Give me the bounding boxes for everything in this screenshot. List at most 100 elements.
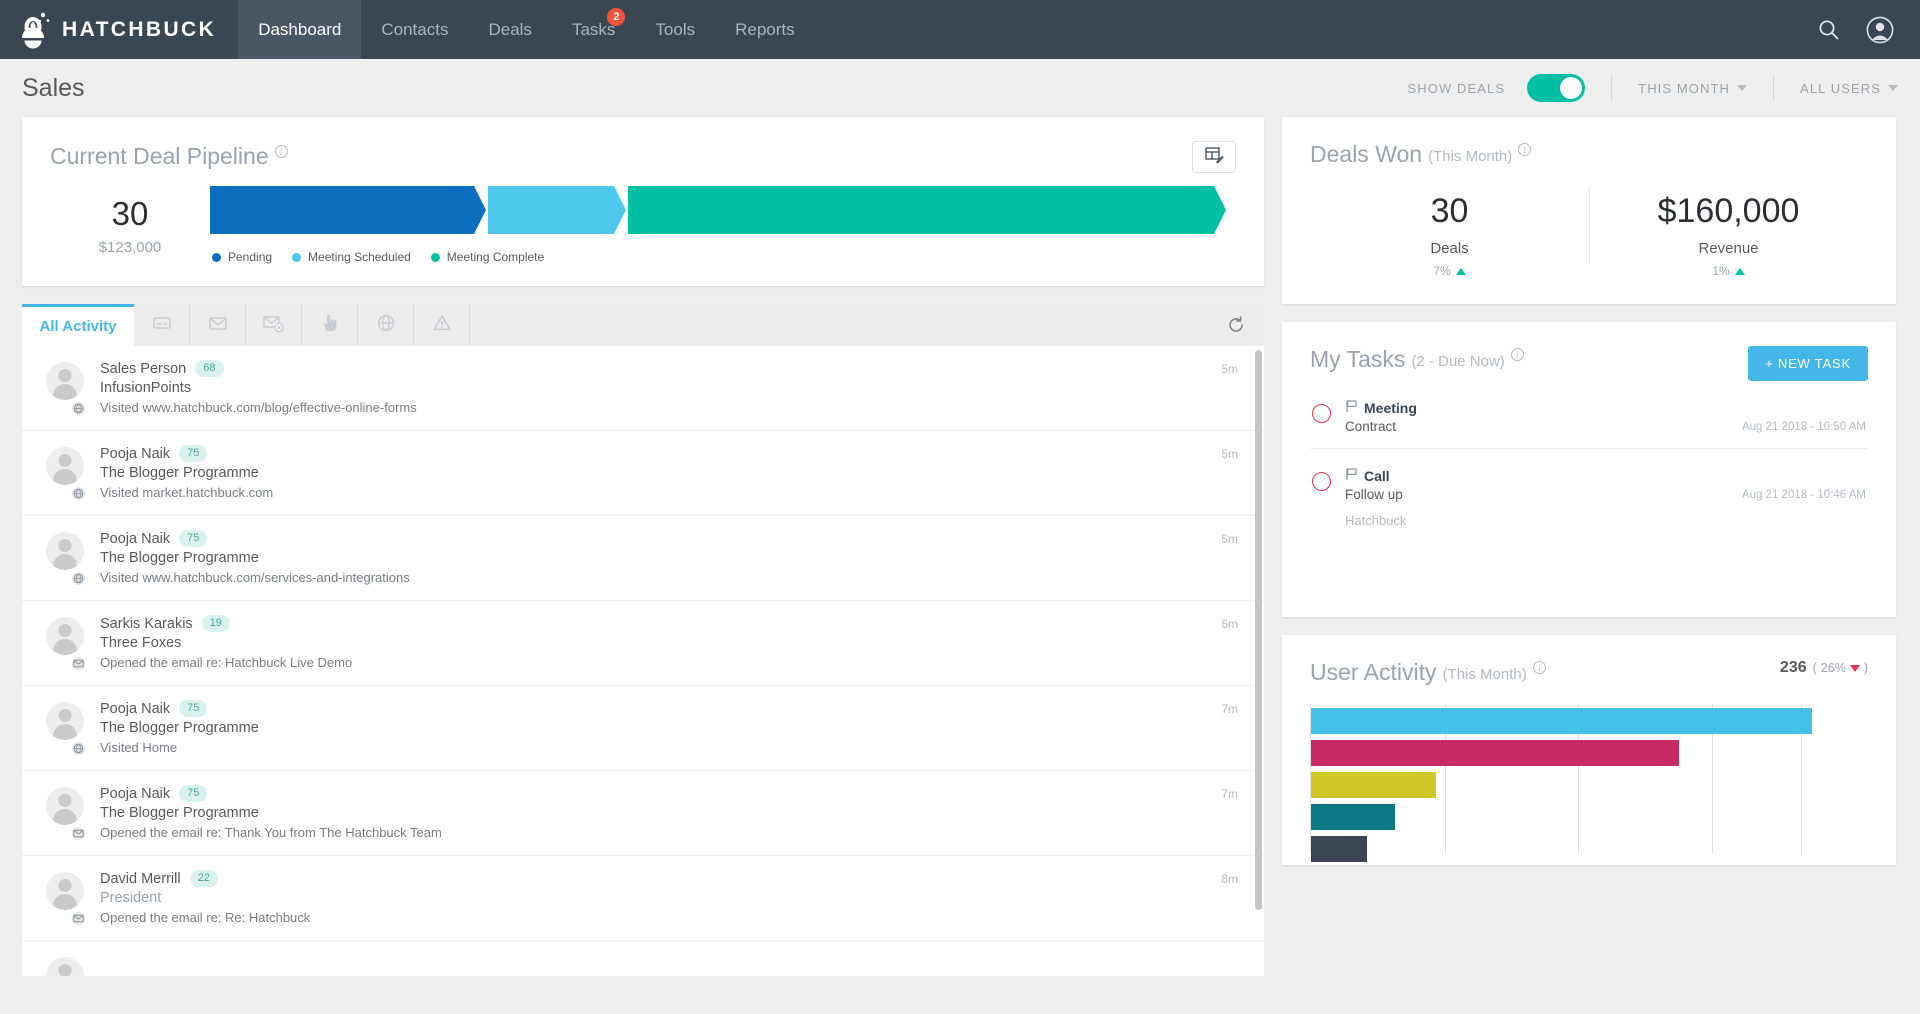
task-row[interactable]: Meeting Contract Aug 21 2018 - 10:50 AM — [1310, 381, 1868, 449]
nav-item-dashboard[interactable]: Dashboard — [238, 0, 361, 59]
user-activity-header: User Activity (This Month) i 236 (26% ) — [1310, 659, 1868, 686]
user-account-icon[interactable] — [1866, 16, 1894, 44]
task-subject: Follow up — [1345, 487, 1406, 502]
toggle-knob — [1560, 77, 1582, 99]
task-contact[interactable]: Hatchbuck — [1345, 513, 1406, 528]
nav-label: Contacts — [381, 20, 448, 40]
nav-links: Dashboard Contacts Deals Tasks 2 Tools R… — [238, 0, 814, 59]
tab-clicks[interactable] — [302, 304, 358, 346]
activity-row[interactable]: Pooja Naik 75 The Blogger Programme Visi… — [22, 686, 1264, 771]
activity-row[interactable]: Sales Person 68 InfusionPoints Visited w… — [22, 346, 1264, 431]
info-icon[interactable]: i — [1533, 661, 1546, 674]
activity-timestamp: 5m — [1221, 362, 1238, 376]
tasks-title: My Tasks — [1310, 346, 1405, 373]
edit-pipeline-button[interactable] — [1192, 141, 1236, 173]
nav-item-deals[interactable]: Deals — [468, 0, 551, 59]
brand-logo-area[interactable]: HATCHBUCK — [0, 0, 238, 59]
funnel-segment-meeting-complete[interactable] — [628, 186, 1214, 234]
tab-forms[interactable] — [134, 304, 190, 346]
search-icon[interactable] — [1818, 19, 1840, 41]
tab-alerts[interactable] — [414, 304, 470, 346]
nav-item-tasks[interactable]: Tasks 2 — [552, 0, 635, 59]
nav-label: Tools — [655, 20, 695, 40]
contact-name-link[interactable]: Pooja Naik — [100, 701, 170, 717]
user-filter-dropdown[interactable]: ALL USERS — [1800, 81, 1898, 96]
nav-label: Deals — [488, 20, 531, 40]
funnel-arrow — [1214, 186, 1226, 234]
nav-item-reports[interactable]: Reports — [715, 0, 815, 59]
activity-row[interactable]: Pooja Naik 75 The Blogger Programme Visi… — [22, 431, 1264, 516]
revenue-value: $160,000 — [1589, 192, 1868, 231]
info-icon[interactable]: i — [1518, 143, 1531, 156]
chart-bar-series-2[interactable] — [1311, 740, 1679, 766]
task-content: Call Follow up Hatchbuck — [1345, 467, 1406, 528]
nav-item-contacts[interactable]: Contacts — [361, 0, 468, 59]
my-tasks-card: My Tasks (2 - Due Now) i + NEW TASK Meet… — [1282, 322, 1896, 617]
contact-score-badge: 68 — [195, 360, 223, 377]
legend-color-dot — [212, 253, 221, 262]
tab-all-activity[interactable]: All Activity — [22, 304, 134, 346]
activity-row[interactable]: Pooja Naik 75 The Blogger Programme Open… — [22, 771, 1264, 856]
funnel-segment-pending[interactable] — [210, 186, 474, 234]
period-filter-dropdown[interactable]: THIS MONTH — [1638, 81, 1747, 96]
nav-right-actions — [1818, 0, 1920, 59]
contact-name-link[interactable]: Pooja Naik — [100, 446, 170, 462]
activity-feed-card: All Activity — [22, 304, 1264, 976]
chart-bar-series-1[interactable] — [1311, 708, 1812, 734]
user-activity-change-value: 26% — [1821, 661, 1846, 675]
activity-row[interactable]: Pooja Naik 75 The Blogger Programme Visi… — [22, 516, 1264, 601]
pipeline-title: Current Deal Pipeline — [50, 143, 269, 170]
envelope-bounced-icon — [263, 313, 285, 338]
chart-bar-series-3[interactable] — [1311, 772, 1436, 798]
edit-table-icon — [1204, 145, 1224, 170]
activity-timestamp: 7m — [1221, 702, 1238, 716]
activity-name-row: Pooja Naik 75 — [100, 445, 1242, 462]
pipeline-legend: Pending Meeting Scheduled Meeting Comple… — [210, 250, 1214, 264]
legend-item-meeting-scheduled: Meeting Scheduled — [292, 250, 411, 264]
activity-content: Sales Person 68 InfusionPoints Visited w… — [100, 360, 1242, 416]
chart-bar-series-4[interactable] — [1311, 804, 1395, 830]
legend-color-dot — [431, 253, 440, 262]
activity-description: Opened the email re: Thank You from The … — [100, 825, 1242, 840]
activity-list[interactable]: Sales Person 68 InfusionPoints Visited w… — [22, 346, 1264, 976]
contact-name-link[interactable]: Sales Person — [100, 361, 186, 377]
activity-row[interactable]: Sarkis Karakis 19 Three Foxes Opened the… — [22, 601, 1264, 686]
user-activity-bar-chart — [1310, 704, 1868, 854]
task-complete-checkbox[interactable] — [1312, 404, 1331, 423]
divider — [1611, 75, 1612, 101]
refresh-icon[interactable] — [1226, 315, 1246, 335]
contact-company: The Blogger Programme — [100, 550, 1242, 566]
tab-emails[interactable] — [190, 304, 246, 346]
info-icon[interactable]: i — [275, 145, 288, 158]
contact-name-link[interactable]: Pooja Naik — [100, 531, 170, 547]
avatar-placeholder-icon — [46, 787, 84, 825]
contact-name-link[interactable]: Pooja Naik — [100, 786, 170, 802]
info-icon[interactable]: i — [1511, 348, 1524, 361]
user-activity-card: User Activity (This Month) i 236 (26% ) — [1282, 635, 1896, 865]
show-deals-toggle[interactable] — [1527, 74, 1585, 102]
contact-name-link[interactable]: Sarkis Karakis — [100, 616, 193, 632]
activity-row[interactable] — [22, 941, 1264, 976]
activity-description: Visited Home — [100, 740, 1242, 755]
activity-content: David Merrill 22 President Opened the em… — [100, 870, 1242, 926]
envelope-icon — [70, 910, 87, 927]
funnel-segment-meeting-scheduled[interactable] — [488, 186, 615, 234]
avatar — [46, 872, 84, 926]
activity-row[interactable]: David Merrill 22 President Opened the em… — [22, 856, 1264, 941]
tab-bounced-emails[interactable] — [246, 304, 302, 346]
tab-website-visits[interactable] — [358, 304, 414, 346]
new-task-button[interactable]: + NEW TASK — [1748, 346, 1868, 381]
chart-bar-series-5[interactable] — [1311, 836, 1367, 862]
avatar — [46, 532, 84, 586]
contact-company: Three Foxes — [100, 635, 1242, 651]
avatar-placeholder-icon — [46, 532, 84, 570]
activity-name-row: Sales Person 68 — [100, 360, 1242, 377]
envelope-icon — [70, 655, 87, 672]
tab-label: All Activity — [40, 318, 117, 335]
envelope-icon — [208, 313, 228, 338]
contact-name-link[interactable]: David Merrill — [100, 871, 181, 887]
task-row[interactable]: Call Follow up Hatchbuck Aug 21 2018 - 1… — [1310, 449, 1868, 542]
nav-item-tools[interactable]: Tools — [635, 0, 715, 59]
task-complete-checkbox[interactable] — [1312, 472, 1331, 491]
activity-list-scrollbar[interactable] — [1255, 350, 1262, 910]
